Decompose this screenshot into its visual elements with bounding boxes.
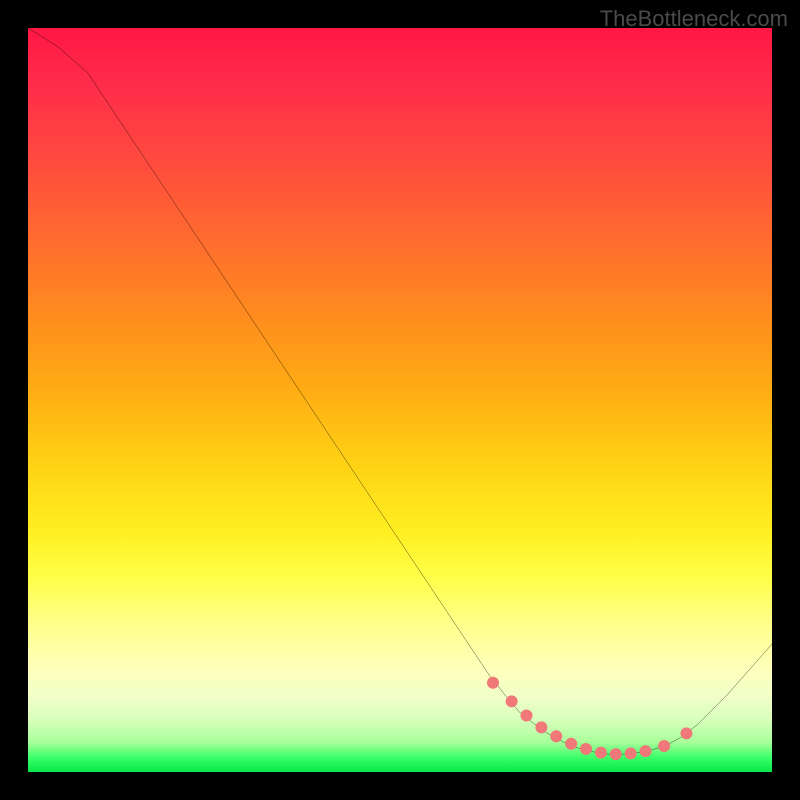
chart-marker	[625, 747, 637, 759]
chart-marker	[658, 740, 670, 752]
chart-marker	[487, 677, 499, 689]
chart-marker	[550, 730, 562, 742]
chart-marker	[520, 709, 532, 721]
chart-plot-area	[28, 28, 772, 772]
chart-marker	[680, 727, 692, 739]
watermark-text: TheBottleneck.com	[600, 6, 788, 32]
chart-markers	[487, 677, 692, 760]
chart-svg-layer	[28, 28, 772, 772]
chart-marker	[565, 738, 577, 750]
chart-marker	[640, 745, 652, 757]
chart-marker	[506, 695, 518, 707]
chart-marker	[595, 747, 607, 759]
chart-marker	[535, 721, 547, 733]
chart-marker	[610, 748, 622, 760]
chart-marker	[580, 743, 592, 755]
chart-curve	[28, 28, 772, 754]
